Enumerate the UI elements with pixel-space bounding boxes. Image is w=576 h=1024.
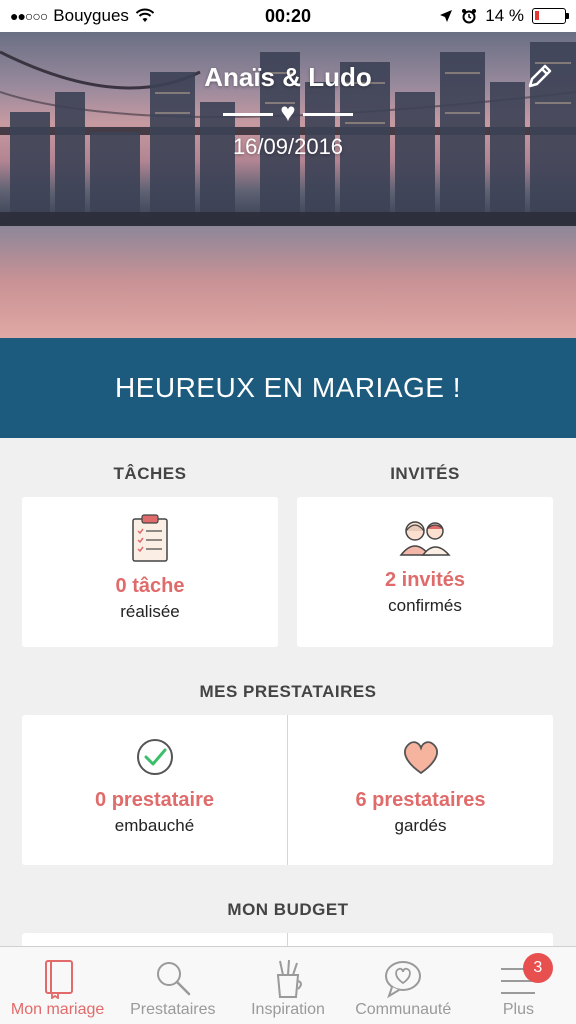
congrats-banner: HEUREUX EN MARIAGE ! (0, 338, 576, 438)
chat-heart-icon (385, 961, 422, 999)
tab-prestataires[interactable]: Prestataires (115, 947, 230, 1024)
battery-fill (535, 11, 539, 20)
tab-label: Communauté (355, 1001, 452, 1018)
status-left: ●●○○○ Bouygues (10, 6, 230, 26)
tab-inspiration[interactable]: Inspiration (230, 947, 345, 1024)
card-taches[interactable]: 0 tâche réalisée (22, 497, 278, 647)
notebook-icon (44, 960, 73, 999)
card-prestataires-embauches[interactable]: 0 prestataire embauché (22, 715, 287, 865)
heart-divider: ♥ (223, 99, 353, 125)
pencil-cup-icon (276, 959, 302, 998)
hero-header: Anaïs & Ludo ♥ 16/09/2016 (0, 32, 576, 338)
card-prestataires: 0 prestataire embauché 6 prestataires ga… (22, 715, 553, 865)
gardes-label: gardés (394, 816, 447, 835)
status-bar: ●●○○○ Bouygues 00:20 14 % (0, 0, 576, 32)
taches-count: 0 tâche (115, 575, 185, 597)
notification-badge: 3 (522, 953, 553, 983)
heart-icon (403, 741, 438, 775)
clock: 00:20 (264, 5, 312, 26)
heart-icon: ♥ (280, 97, 296, 127)
alarm-clock-icon (462, 9, 477, 24)
edit-pencil-icon[interactable] (526, 62, 554, 90)
gardes-count: 6 prestataires (355, 789, 486, 811)
tab-label: Inspiration (251, 1001, 325, 1018)
battery-icon (532, 8, 569, 24)
embauche-count: 0 prestataire (95, 789, 214, 811)
section-title-invites: INVITÉS (390, 464, 460, 483)
tab-label: Mon mariage (10, 1001, 105, 1018)
invites-count: 2 invités (384, 569, 466, 591)
wifi-icon (135, 8, 155, 22)
status-right: 14 % (346, 6, 569, 26)
wedding-date: 16/09/2016 (232, 134, 344, 159)
checkmark-circle-icon (136, 739, 173, 775)
tab-plus[interactable]: 3 Plus (461, 947, 576, 1024)
section-title-prestataires: MES PRESTATAIRES (199, 682, 377, 701)
signal-strength-icon: ●●○○○ (10, 8, 48, 24)
carrier-name: Bouygues (53, 6, 129, 25)
section-title-budget: MON BUDGET (227, 900, 349, 919)
guests-couple-icon (399, 521, 451, 556)
location-arrow-icon (440, 10, 453, 22)
banner-text: HEUREUX EN MARIAGE ! (114, 372, 462, 403)
invites-label: confirmés (388, 596, 462, 615)
tab-label: Prestataires (130, 1001, 216, 1018)
tab-mon-mariage[interactable]: Mon mariage (0, 947, 115, 1024)
taches-label: réalisée (120, 602, 180, 621)
card-prestataires-gardes[interactable]: 6 prestataires gardés (288, 715, 553, 865)
section-title-taches: TÂCHES (113, 464, 187, 483)
tab-label: Plus (502, 1001, 534, 1018)
tab-communaute[interactable]: Communauté (346, 947, 461, 1024)
search-icon (156, 962, 191, 996)
clipboard-checklist-icon (132, 514, 168, 562)
card-invites[interactable]: 2 invités confirmés (297, 497, 553, 647)
battery-percent: 14 % (485, 6, 524, 25)
couple-names: Anaïs & Ludo (204, 62, 372, 92)
embauche-label: embauché (114, 816, 195, 835)
tab-bar: Mon mariage Prestataires Inspiration Com… (0, 946, 576, 1024)
